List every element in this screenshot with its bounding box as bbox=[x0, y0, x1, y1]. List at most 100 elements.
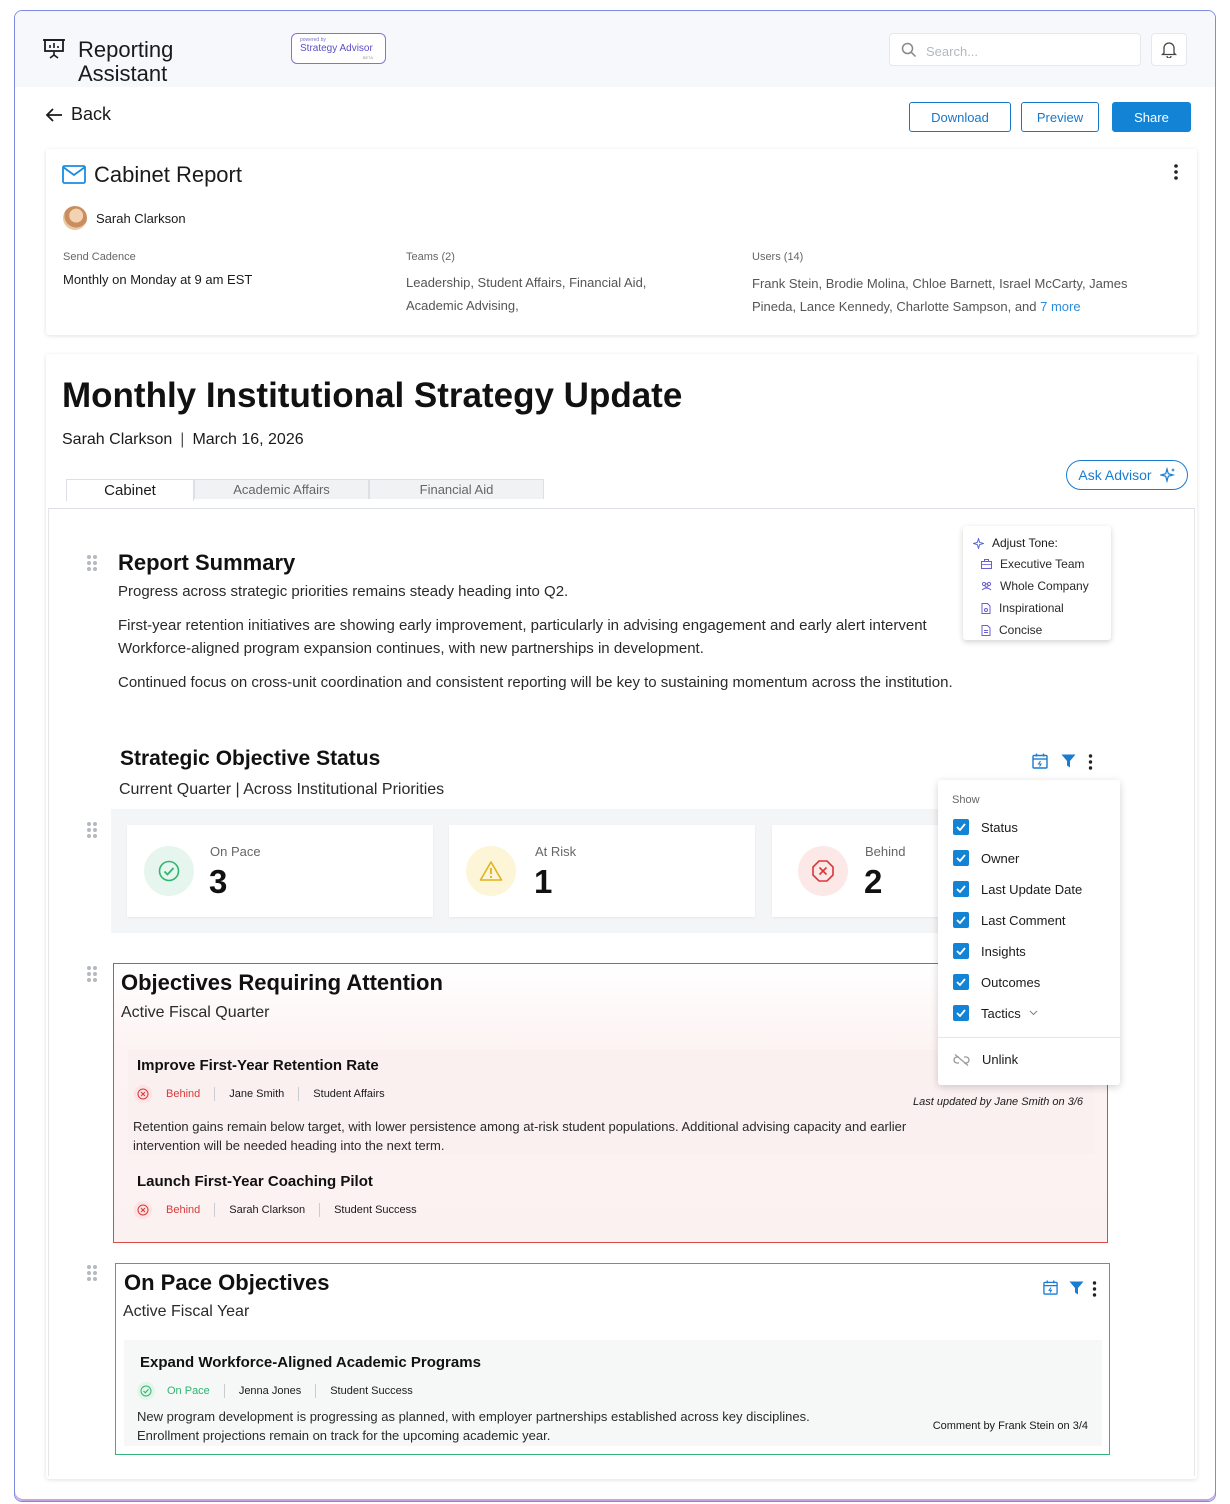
show-option-insights[interactable]: Insights bbox=[953, 943, 1026, 959]
report-details-card: Cabinet Report Sarah Clarkson Send Caden… bbox=[46, 149, 1197, 335]
objective-meta: Behind Sarah Clarkson Student Success bbox=[134, 1201, 417, 1219]
checkbox-checked-icon[interactable] bbox=[953, 881, 969, 897]
tone-inspirational[interactable]: Inspirational bbox=[981, 601, 1064, 615]
objective-owner: Jane Smith bbox=[229, 1088, 285, 1100]
calendar-icon[interactable] bbox=[1032, 753, 1048, 769]
report-date: March 16, 2026 bbox=[192, 431, 304, 448]
show-menu-heading: Show bbox=[952, 794, 980, 806]
show-option-label: Tactics bbox=[981, 1005, 1021, 1021]
more-options-icon[interactable] bbox=[1092, 1281, 1097, 1297]
tab-cabinet[interactable]: Cabinet bbox=[66, 479, 194, 501]
objective-title[interactable]: Launch First-Year Coaching Pilot bbox=[137, 1173, 373, 1190]
tab-academic-affairs[interactable]: Academic Affairs bbox=[194, 479, 369, 499]
show-option-label: Owner bbox=[981, 850, 1020, 866]
document-spark-icon bbox=[981, 602, 991, 614]
show-option-label: Outcomes bbox=[981, 974, 1041, 990]
stat-card-on-pace: On Pace 3 bbox=[127, 825, 433, 917]
on-pace-section: On Pace Objectives Active Fiscal Year Ex… bbox=[115, 1263, 1110, 1455]
filter-icon[interactable] bbox=[1061, 754, 1076, 768]
avatar bbox=[63, 206, 87, 230]
show-option-outcomes[interactable]: Outcomes bbox=[953, 974, 1040, 990]
checkbox-checked-icon[interactable] bbox=[953, 819, 969, 835]
checkbox-checked-icon[interactable] bbox=[953, 850, 969, 866]
status-summary: On Pace 3 At Risk 1 Behind 2 bbox=[111, 809, 991, 933]
adjust-tone-label: Adjust Tone: bbox=[992, 536, 1058, 550]
objective-title[interactable]: Improve First-Year Retention Rate bbox=[137, 1057, 379, 1074]
drag-handle[interactable] bbox=[87, 822, 97, 838]
calendar-icon[interactable] bbox=[1043, 1280, 1058, 1295]
tone-whole-company[interactable]: Whole Company bbox=[981, 579, 1089, 593]
preview-button[interactable]: Preview bbox=[1021, 102, 1099, 132]
warning-icon bbox=[466, 846, 516, 896]
objective-meta: Behind Jane Smith Student Affairs bbox=[134, 1085, 385, 1103]
unlink-icon bbox=[953, 1053, 970, 1066]
notifications-button[interactable] bbox=[1151, 33, 1187, 66]
show-option-label: Status bbox=[981, 819, 1018, 835]
arrow-left-icon bbox=[45, 107, 62, 122]
objective-team: Student Success bbox=[334, 1204, 417, 1216]
summary-paragraph: Continued focus on cross-unit coordinati… bbox=[118, 674, 953, 691]
check-circle-icon bbox=[144, 846, 194, 896]
unlink-option[interactable]: Unlink bbox=[953, 1052, 1018, 1067]
checkbox-checked-icon[interactable] bbox=[953, 943, 969, 959]
teams-value: Leadership, Student Affairs, Financial A… bbox=[406, 275, 647, 313]
sparkle-icon bbox=[973, 537, 984, 549]
show-option-status[interactable]: Status bbox=[953, 819, 1018, 835]
comment-text: Comment by Frank Stein on 3/4 bbox=[932, 1420, 1088, 1432]
more-options-icon[interactable] bbox=[1173, 163, 1179, 181]
status-badge: Behind bbox=[166, 1088, 201, 1100]
cadence-label: Send Cadence bbox=[63, 251, 136, 263]
teams-label: Teams (2) bbox=[406, 251, 455, 263]
show-option-label: Last Comment bbox=[981, 912, 1066, 928]
download-button[interactable]: Download bbox=[909, 102, 1011, 132]
back-button[interactable]: Back bbox=[45, 104, 111, 125]
objective-owner: Jenna Jones bbox=[238, 1385, 302, 1397]
checkbox-checked-icon[interactable] bbox=[953, 974, 969, 990]
show-option-last-comment[interactable]: Last Comment bbox=[953, 912, 1066, 928]
unlink-label: Unlink bbox=[982, 1052, 1019, 1067]
users-more-link[interactable]: 7 more bbox=[1040, 299, 1080, 314]
tone-item-label: Inspirational bbox=[999, 601, 1064, 615]
summary-paragraph: Workforce-aligned program expansion cont… bbox=[118, 640, 704, 657]
report-body-card: Monthly Institutional Strategy Update Sa… bbox=[46, 354, 1197, 1479]
attention-heading: Objectives Requiring Attention bbox=[121, 970, 443, 995]
checkbox-checked-icon[interactable] bbox=[953, 1005, 969, 1021]
chevron-down-icon[interactable] bbox=[1029, 1010, 1038, 1016]
stat-card-at-risk: At Risk 1 bbox=[449, 825, 755, 917]
more-options-icon[interactable] bbox=[1088, 754, 1093, 770]
share-button[interactable]: Share bbox=[1112, 102, 1191, 132]
show-option-label: Insights bbox=[981, 943, 1026, 959]
onpace-subheading: Active Fiscal Year bbox=[123, 1303, 250, 1320]
users-list: Frank Stein, Brodie Molina, Chloe Barnet… bbox=[752, 272, 1162, 318]
tone-executive-team[interactable]: Executive Team bbox=[981, 557, 1085, 571]
ask-advisor-button[interactable]: Ask Advisor bbox=[1066, 460, 1188, 490]
drag-handle[interactable] bbox=[87, 966, 97, 982]
app-title: Reporting Assistant bbox=[78, 37, 174, 86]
tab-financial-aid[interactable]: Financial Aid bbox=[369, 479, 544, 499]
attention-subheading: Active Fiscal Quarter bbox=[121, 1004, 270, 1021]
show-option-owner[interactable]: Owner bbox=[953, 850, 1019, 866]
search-box[interactable] bbox=[889, 33, 1141, 66]
show-option-tactics[interactable]: Tactics bbox=[953, 1005, 1038, 1021]
bell-icon bbox=[1161, 42, 1177, 58]
status-badge: On Pace bbox=[167, 1385, 210, 1397]
users-icon bbox=[981, 581, 992, 591]
drag-handle[interactable] bbox=[87, 1265, 97, 1281]
back-label: Back bbox=[71, 104, 112, 124]
tone-concise[interactable]: Concise bbox=[981, 623, 1042, 637]
show-option-last-update-date[interactable]: Last Update Date bbox=[953, 881, 1082, 897]
top-bar: Reporting Assistant powered by Strategy … bbox=[15, 11, 1215, 87]
stat-value: 1 bbox=[534, 863, 553, 900]
stat-label: On Pace bbox=[210, 844, 261, 859]
status-heading: Strategic Objective Status bbox=[120, 747, 381, 770]
checkbox-checked-icon[interactable] bbox=[953, 912, 969, 928]
drag-handle[interactable] bbox=[87, 555, 97, 571]
onpace-heading: On Pace Objectives bbox=[124, 1270, 330, 1295]
sparkle-icon bbox=[1159, 467, 1175, 483]
stat-label: At Risk bbox=[535, 844, 577, 859]
objective-title[interactable]: Expand Workforce-Aligned Academic Progra… bbox=[140, 1354, 481, 1371]
search-input[interactable] bbox=[926, 41, 1126, 61]
status-badge: Behind bbox=[166, 1204, 201, 1216]
x-circle-icon bbox=[134, 1085, 152, 1103]
filter-icon[interactable] bbox=[1069, 1281, 1084, 1295]
